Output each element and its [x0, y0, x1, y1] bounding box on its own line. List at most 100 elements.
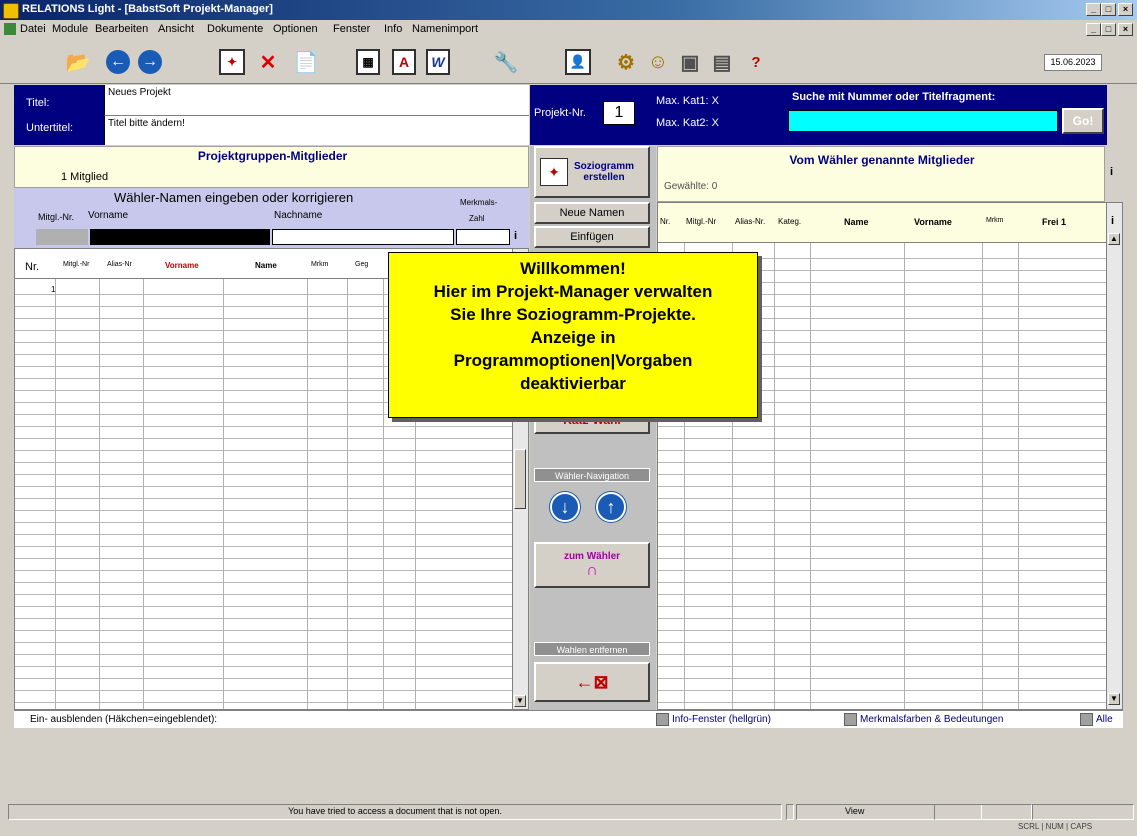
row-1-nr[interactable]: 1: [51, 285, 55, 294]
arrow-up-icon[interactable]: ↑: [596, 492, 626, 522]
scroll-thumb[interactable]: [514, 449, 526, 509]
wahlen-entfernen-label: Wahlen entfernen: [534, 642, 650, 656]
col-header-nr[interactable]: Nr.: [25, 261, 39, 273]
nachname-input[interactable]: [272, 229, 454, 245]
print-preview-icon[interactable]: ▦: [354, 48, 382, 76]
open-folder-icon[interactable]: 📂: [64, 48, 92, 76]
help-icon[interactable]: ?: [742, 48, 770, 76]
back-arrow-icon[interactable]: ←: [104, 48, 132, 76]
forward-arrow-icon[interactable]: →: [136, 48, 164, 76]
info-icon-grid[interactable]: i: [1111, 215, 1114, 227]
col-header-frei1[interactable]: Frei 1: [1042, 217, 1066, 227]
status-empty: [934, 804, 1032, 820]
table-icon[interactable]: ▤: [708, 48, 736, 76]
info-fenster-checkbox[interactable]: [656, 713, 669, 726]
nachname-label: Nachname: [274, 210, 323, 221]
project-nr-input[interactable]: 1: [603, 101, 635, 125]
pdf-icon[interactable]: A: [390, 48, 418, 76]
mdi-restore-button[interactable]: □: [1101, 23, 1116, 36]
vorname-input[interactable]: [90, 229, 270, 245]
minimize-button[interactable]: _: [1086, 3, 1101, 16]
soziogramm-button[interactable]: ✦ Soziogramm erstellen: [534, 146, 650, 198]
group-icon[interactable]: ⚙: [612, 48, 640, 76]
merkmalsfarben-toggle[interactable]: Merkmalsfarben & Bedeutungen: [844, 713, 1003, 726]
menu-bearbeiten[interactable]: Bearbeiten: [95, 23, 148, 35]
alle-checkbox[interactable]: [1080, 713, 1093, 726]
delete-icon[interactable]: ✕: [254, 48, 282, 76]
mitgl-nr-input[interactable]: [36, 229, 88, 245]
col-header-mrkm[interactable]: Mrkm: [986, 217, 1004, 224]
remove-choices-button[interactable]: ←⊠: [534, 662, 650, 702]
scroll-up-button[interactable]: ▲: [1108, 233, 1120, 245]
menu-datei[interactable]: Datei: [20, 23, 46, 35]
popup-line: Anzeige in: [530, 328, 616, 347]
col-header-vorname[interactable]: Vorname: [165, 261, 199, 270]
grid-col: [810, 203, 811, 709]
group-title: Projektgruppen-Mitglieder: [197, 149, 348, 163]
menu-namenimport[interactable]: Namenimport: [412, 23, 478, 35]
welcome-popup[interactable]: Willkommen! Hier im Projekt-Manager verw…: [388, 252, 758, 418]
subtitle-input[interactable]: Titel bitte ändern!: [104, 115, 529, 145]
scroll-down-button[interactable]: ▼: [1108, 693, 1120, 705]
contact-card-icon[interactable]: 👤: [564, 48, 592, 76]
grid-col: [982, 203, 983, 709]
merkmalsfarben-checkbox[interactable]: [844, 713, 857, 726]
network-icon[interactable]: ▣: [676, 48, 704, 76]
go-button[interactable]: Go!: [1062, 108, 1104, 134]
col-header-name[interactable]: Name: [844, 217, 869, 227]
copy-document-icon[interactable]: 📄: [292, 48, 320, 76]
info-icon-right[interactable]: i: [1110, 166, 1113, 178]
sociogram-icon[interactable]: ✦: [218, 48, 246, 76]
alle-toggle[interactable]: Alle: [1080, 713, 1113, 726]
einfuegen-button[interactable]: Einfügen: [534, 226, 650, 248]
col-header-kateg[interactable]: Kateg.: [778, 217, 801, 226]
neue-namen-button[interactable]: Neue Namen: [534, 202, 650, 224]
mdi-close-button[interactable]: ×: [1118, 23, 1133, 36]
menu-ansicht[interactable]: Ansicht: [158, 23, 194, 35]
restore-button[interactable]: □: [1101, 3, 1116, 16]
col-header-vorname[interactable]: Vorname: [914, 217, 952, 227]
right-scrollbar[interactable]: i ▲ ▼: [1106, 203, 1122, 709]
col-header-alias[interactable]: Alias-Nr: [107, 261, 132, 268]
col-header-mitgl[interactable]: Mitgl.-Nr: [686, 217, 716, 226]
word-icon[interactable]: W: [424, 48, 452, 76]
status-divider: [786, 804, 794, 820]
max-kat1-label: Max. Kat1: X: [656, 95, 719, 107]
arrow-down-icon[interactable]: ↓: [550, 492, 580, 522]
title-input[interactable]: Neues Projekt: [104, 85, 529, 115]
menu-module[interactable]: Module: [52, 23, 88, 35]
menu-info[interactable]: Info: [384, 23, 402, 35]
info-icon[interactable]: i: [514, 230, 517, 242]
col-header-mrkm[interactable]: Mrkm: [311, 261, 329, 268]
group-members-header: Projektgruppen-Mitglieder 1 Mitglied: [14, 146, 529, 188]
popup-line: Sie Ihre Soziogramm-Projekte.: [450, 305, 696, 324]
scroll-down-button[interactable]: ▼: [514, 695, 526, 707]
grid-col: [223, 249, 224, 709]
menu-dokumente[interactable]: Dokumente: [207, 23, 263, 35]
col-header-alias[interactable]: Alias-Nr.: [735, 217, 765, 226]
alle-label: Alle: [1096, 714, 1113, 726]
col-header-name[interactable]: Name: [255, 261, 277, 270]
wahler-navigation-label: Wähler-Navigation: [534, 468, 650, 482]
search-input[interactable]: [788, 110, 1058, 132]
merkmal-input[interactable]: [456, 229, 510, 245]
grid-col: [55, 249, 56, 709]
zum-wahler-button[interactable]: zum Wähler ∩: [534, 542, 650, 588]
menu-fenster[interactable]: Fenster: [333, 23, 370, 35]
popup-line: deaktivierbar: [520, 374, 626, 393]
grid-col: [143, 249, 144, 709]
wrench-icon[interactable]: 🔧: [492, 48, 520, 76]
people-icon[interactable]: ☺: [644, 48, 672, 76]
grid-col: [307, 249, 308, 709]
menu-optionen[interactable]: Optionen: [273, 23, 318, 35]
info-fenster-toggle[interactable]: Info-Fenster (hellgrün): [656, 713, 771, 726]
close-button[interactable]: ×: [1118, 3, 1133, 16]
col-header-nr[interactable]: Nr.: [660, 217, 670, 226]
info-fenster-label: Info-Fenster (hellgrün): [672, 714, 771, 726]
scrl-indicator: SCRL: [1018, 822, 1040, 831]
vorname-label: Vorname: [88, 210, 129, 221]
col-header-geg[interactable]: Geg: [355, 261, 368, 268]
col-header-mitgl[interactable]: Mitgl.-Nr: [63, 261, 89, 268]
window-title: RELATIONS Light - [BabstSoft Projekt-Man…: [22, 3, 273, 15]
mdi-minimize-button[interactable]: _: [1086, 23, 1101, 36]
